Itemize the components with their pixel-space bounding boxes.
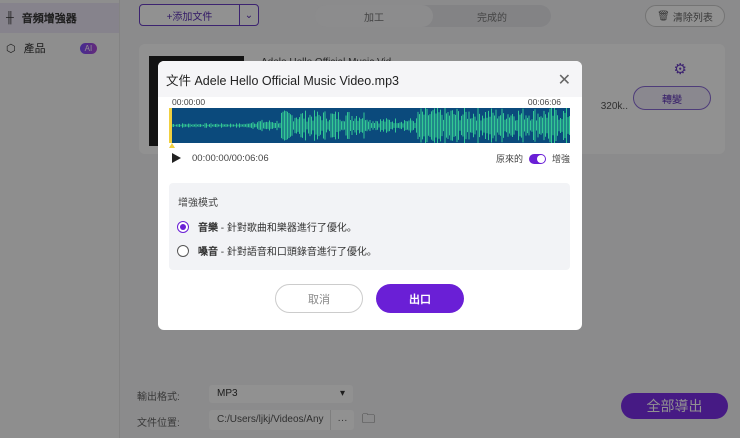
playhead[interactable] — [169, 108, 172, 143]
dialog-title: 文件 Adele Hello Official Music Video.mp3 — [158, 61, 582, 97]
time-start: 00:00:00 — [172, 97, 206, 107]
export-button[interactable]: 出口 — [376, 284, 464, 313]
radio-voice[interactable] — [177, 244, 189, 257]
option-music-desc: - 針對歌曲和樂器進行了優化。 — [218, 223, 357, 234]
option-music[interactable]: 音樂 - 針對歌曲和樂器進行了優化。 — [177, 219, 357, 234]
waveform-graphic — [171, 108, 570, 143]
enhanced-label: 增強 — [551, 154, 570, 164]
compare-toggle-row: 原來的 增強 — [496, 152, 570, 165]
option-voice-name: 嗓音 — [198, 247, 218, 258]
timecode: 00:00:00/00:06:06 — [192, 153, 269, 164]
time-end: 00:06:06 — [527, 97, 561, 107]
option-voice-desc: - 針對語音和口頭錄音進行了優化。 — [218, 247, 377, 258]
original-label: 原來的 — [495, 154, 523, 164]
play-icon[interactable] — [172, 153, 181, 163]
enhance-dialog: 文件 Adele Hello Official Music Video.mp3 … — [158, 61, 582, 330]
close-icon[interactable]: ✕ — [558, 70, 571, 90]
enhance-mode-title: 增強模式 — [178, 198, 218, 209]
cancel-button[interactable]: 取消 — [275, 284, 363, 313]
playhead-marker[interactable] — [169, 143, 175, 148]
original-enhanced-toggle[interactable] — [528, 153, 546, 164]
waveform[interactable] — [169, 108, 570, 143]
radio-music[interactable] — [177, 220, 189, 233]
option-music-name: 音樂 — [198, 223, 218, 234]
option-voice[interactable]: 嗓音 - 針對語音和口頭錄音進行了優化。 — [177, 243, 377, 258]
enhance-mode-box: 增強模式 音樂 - 針對歌曲和樂器進行了優化。 嗓音 - 針對語音和口頭錄音進行… — [169, 183, 570, 270]
